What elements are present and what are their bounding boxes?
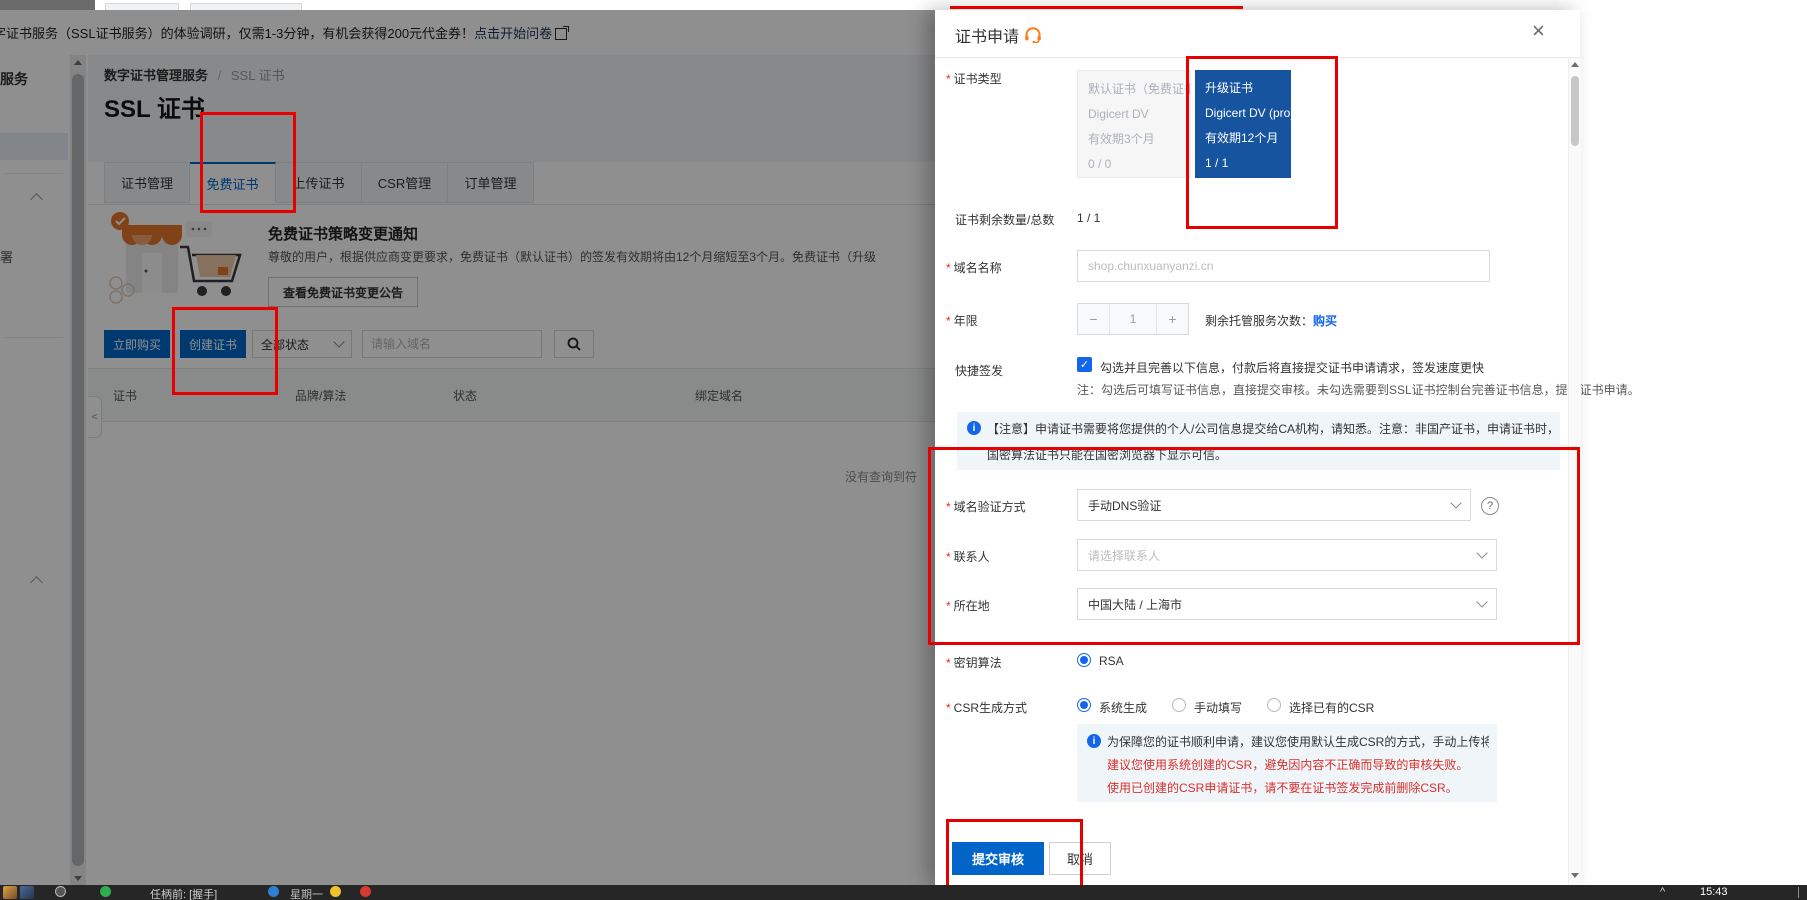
csr-notice-box: i 为保障您的证书顺利申请，建议您使用默认生成CSR的方式，手动上传将无法部署到… [1077, 724, 1497, 802]
annotation-box-submit [946, 819, 1083, 893]
ca-notice-line1: 【注意】申请证书需要将您提供的个人/公司信息提交给CA机构，请知悉。注意：非国产… [987, 420, 1552, 437]
taskbar-clock: 15:43 [1700, 886, 1728, 898]
headset-icon[interactable] [1023, 25, 1043, 43]
field-label-quick-issue: 快捷签发 [955, 362, 1003, 379]
field-label-csr-method: *CSR生成方式 [946, 699, 1027, 716]
radio-csr-manual[interactable] [1172, 698, 1186, 712]
hosting-remaining-label: 剩余托管服务次数：购买 [1205, 312, 1337, 329]
taskbar-app-icon[interactable] [360, 886, 371, 897]
cert-type-card-default[interactable]: 默认证书（免费证书） Digicert DV 有效期3个月 0 / 0 [1077, 70, 1191, 178]
taskbar: 任柄前: [握手] 星期一 ^ 15:43 [0, 885, 1807, 900]
screen: 字证书服务（SSL证书服务）的体验调研，仅需1-3分钟，有机会获得200元代金券… [0, 0, 1807, 900]
field-label-cert-type: *证书类型 [946, 70, 1002, 87]
domain-name-input[interactable] [1077, 250, 1490, 282]
radio-rsa-label: RSA [1099, 654, 1124, 668]
scrollbar-thumb[interactable] [1571, 76, 1579, 146]
tray-expand-arrow[interactable]: ^ [1660, 886, 1665, 898]
annotation-box-create-cert [172, 307, 278, 395]
taskbar-app-icon[interactable] [55, 886, 66, 897]
buy-hosting-link[interactable]: 购买 [1313, 314, 1337, 328]
close-icon[interactable]: × [1532, 20, 1545, 42]
browser-top-strip [0, 0, 1580, 10]
radio-csr-system[interactable] [1077, 698, 1091, 712]
field-label-domain: *域名名称 [946, 259, 1002, 276]
field-label-years: *年限 [946, 312, 978, 329]
csr-notice-line2: 建议您使用系统创建的CSR，避免因内容不正确而导致的审核失败。 [1107, 756, 1468, 773]
info-icon: i [967, 421, 981, 435]
modal-dim-overlay[interactable] [0, 10, 935, 885]
quick-issue-checkbox[interactable]: ✓ [1077, 357, 1092, 372]
show-desktop-divider[interactable] [1798, 887, 1799, 898]
info-icon: i [1087, 734, 1101, 748]
annotation-box-free-cert-tab [200, 112, 296, 213]
field-label-remaining: 证书剩余数量/总数 [955, 211, 1054, 228]
taskbar-chat-preview: 任柄前: [握手] [150, 886, 217, 900]
radio-csr-existing-label: 选择已有的CSR [1289, 699, 1374, 716]
radio-rsa[interactable] [1077, 653, 1091, 667]
years-stepper: − 1 + [1077, 303, 1189, 335]
annotation-box-form-fields [928, 447, 1580, 645]
drawer-title: 证书申请 [955, 23, 1019, 47]
taskbar-thumbnail[interactable] [3, 886, 17, 899]
stepper-plus-button[interactable]: + [1156, 304, 1188, 334]
radio-csr-system-label: 系统生成 [1099, 699, 1147, 716]
scroll-down-arrow[interactable] [1571, 873, 1579, 878]
scroll-up-arrow[interactable] [1571, 62, 1579, 67]
browser-top-dark-segment [0, 0, 95, 10]
remaining-value: 1 / 1 [1077, 211, 1100, 225]
stepper-value: 1 [1110, 304, 1156, 334]
annotation-box-upgrade-card [1186, 56, 1338, 229]
csr-notice-line1: 为保障您的证书顺利申请，建议您使用默认生成CSR的方式，手动上传将无法部署到阿里… [1107, 733, 1489, 750]
taskbar-chat-icon[interactable] [100, 886, 111, 897]
field-label-key-algorithm: *密钥算法 [946, 654, 1002, 671]
taskbar-thumbnail[interactable] [20, 886, 34, 899]
annotation-line-top [950, 6, 1243, 9]
radio-csr-existing[interactable] [1267, 698, 1281, 712]
taskbar-week-label: 星期一 [290, 886, 323, 900]
quick-issue-note: 注：勾选后可填写证书信息，直接提交审核。未勾选需要到SSL证书控制台完善证书信息… [1077, 381, 1640, 398]
taskbar-app-icon[interactable] [268, 886, 279, 897]
quick-issue-checkbox-text: 勾选并且完善以下信息，付款后将直接提交证书申请请求，签发速度更快 [1100, 359, 1484, 376]
stepper-minus-button[interactable]: − [1078, 304, 1110, 334]
radio-csr-manual-label: 手动填写 [1194, 699, 1242, 716]
taskbar-app-icon[interactable] [330, 886, 341, 897]
csr-notice-line3: 使用已创建的CSR申请证书，请不要在证书签发完成前删除CSR。 [1107, 779, 1458, 796]
